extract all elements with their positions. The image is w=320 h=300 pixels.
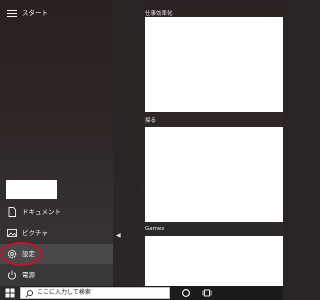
start-item-power[interactable]: 電源 [0,265,113,285]
tile-block[interactable] [145,127,283,222]
rail-divider-area [113,0,142,286]
taskbar-search-box[interactable]: ここに入力して検索 [20,287,170,299]
tile-block[interactable] [145,236,283,286]
highlight-circle-annotation [1,242,43,266]
search-icon [25,289,34,298]
tile-group-title[interactable]: Games [145,226,164,232]
tile-group-title[interactable]: 仕事効率化 [145,9,173,17]
taskbar: ここに入力して検索 [0,286,283,300]
hamburger-icon [7,10,17,17]
start-item-label: ピクチャ [22,229,48,237]
tile-block[interactable] [145,17,283,112]
start-menu: スタート ドキュメント ピクチャ 設定 電源 ◀ 仕事効率化 探る Games [0,0,283,286]
start-item-documents[interactable]: ドキュメント [0,202,113,222]
tile-group-title[interactable]: 探る [145,116,156,124]
start-button[interactable] [0,286,20,300]
power-icon [7,270,17,280]
search-placeholder: ここに入力して検索 [37,289,91,296]
pictures-icon [7,229,17,237]
collapse-arrow-icon[interactable]: ◀ [116,232,121,239]
start-item-pictures[interactable]: ピクチャ [0,223,113,243]
cortana-icon[interactable] [180,287,192,299]
expand-menu-button[interactable]: スタート [0,3,113,23]
task-view-icon[interactable] [201,287,213,299]
windows-logo-icon [5,288,15,298]
start-menu-rail: スタート ドキュメント ピクチャ 設定 電源 [0,0,113,286]
user-account-box[interactable] [6,180,57,199]
start-item-label: ドキュメント [22,208,61,216]
document-icon [8,207,16,217]
start-title: スタート [22,9,48,17]
start-item-label: 電源 [22,271,35,279]
